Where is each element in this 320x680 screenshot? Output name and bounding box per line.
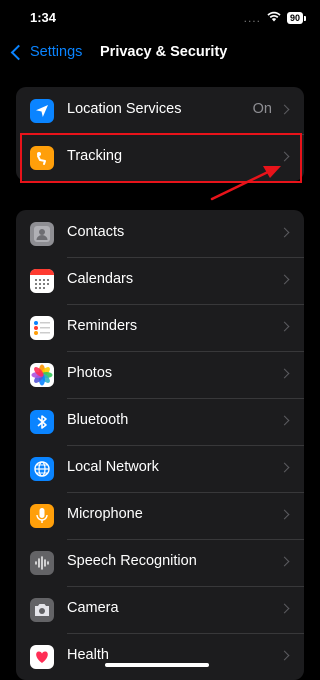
row-health[interactable]: Health xyxy=(16,633,304,680)
row-contacts[interactable]: Contacts xyxy=(16,210,304,257)
wifi-icon xyxy=(267,9,281,27)
row-camera[interactable]: Camera xyxy=(16,586,304,633)
row-label: Location Services xyxy=(67,101,182,117)
settings-group-permissions: Contacts Calendars Reminders Photos Blue… xyxy=(16,210,304,680)
row-label: Photos xyxy=(67,365,113,381)
row-label: Reminders xyxy=(67,318,138,334)
battery-level: 90 xyxy=(286,12,303,24)
waveform-icon xyxy=(30,551,54,575)
chevron-right-icon xyxy=(279,556,290,567)
row-local-network[interactable]: Local Network xyxy=(16,445,304,492)
chevron-right-icon xyxy=(279,509,290,520)
home-indicator xyxy=(105,663,209,667)
row-label: Contacts xyxy=(67,224,125,240)
chevron-left-icon xyxy=(10,44,27,60)
battery-icon: 90 xyxy=(286,12,306,24)
row-label: Microphone xyxy=(67,506,143,522)
chevron-right-icon xyxy=(279,650,290,661)
health-icon xyxy=(30,645,54,669)
chevron-right-icon xyxy=(279,603,290,614)
row-label: Calendars xyxy=(67,271,134,287)
status-time: 1:34 xyxy=(30,10,57,25)
row-location-services[interactable]: Location Services On xyxy=(16,87,304,134)
microphone-icon xyxy=(30,504,54,528)
row-calendars[interactable]: Calendars xyxy=(16,257,304,304)
globe-icon xyxy=(30,457,54,481)
chevron-right-icon xyxy=(279,274,290,285)
back-button[interactable]: Settings xyxy=(10,44,82,60)
row-label: Local Network xyxy=(67,459,159,475)
row-bluetooth[interactable]: Bluetooth xyxy=(16,398,304,445)
photos-icon xyxy=(30,363,54,387)
row-reminders[interactable]: Reminders xyxy=(16,304,304,351)
back-button-label: Settings xyxy=(30,44,83,60)
row-label: Bluetooth xyxy=(67,412,129,428)
page-title: Privacy & Security xyxy=(100,44,228,60)
chevron-right-icon xyxy=(279,321,290,332)
row-label: Health xyxy=(67,647,109,663)
settings-group-location: Location Services On Tracking xyxy=(16,87,304,181)
tracking-icon xyxy=(30,146,54,170)
status-bar: 1:34 .... 90 xyxy=(0,0,314,36)
row-label: Camera xyxy=(67,600,119,616)
contacts-icon xyxy=(30,222,54,246)
row-value: On xyxy=(252,101,272,117)
chevron-right-icon xyxy=(279,227,290,238)
calendar-icon xyxy=(30,269,54,293)
row-speech-recognition[interactable]: Speech Recognition xyxy=(16,539,304,586)
reminders-icon xyxy=(30,316,54,340)
chevron-right-icon xyxy=(279,462,290,473)
row-label: Tracking xyxy=(67,148,123,164)
location-arrow-icon xyxy=(30,99,54,123)
chevron-right-icon xyxy=(279,104,290,115)
navigation-bar: Settings Privacy & Security xyxy=(0,36,314,72)
row-label: Speech Recognition xyxy=(67,553,197,569)
chevron-right-icon xyxy=(279,415,290,426)
status-indicators: .... 90 xyxy=(244,9,306,27)
chevron-right-icon xyxy=(279,151,290,162)
chevron-right-icon xyxy=(279,368,290,379)
camera-icon xyxy=(30,598,54,622)
row-tracking[interactable]: Tracking xyxy=(16,134,304,181)
row-photos[interactable]: Photos xyxy=(16,351,304,398)
bluetooth-icon xyxy=(30,410,54,434)
row-microphone[interactable]: Microphone xyxy=(16,492,304,539)
cellular-signal-icon: .... xyxy=(243,11,261,25)
